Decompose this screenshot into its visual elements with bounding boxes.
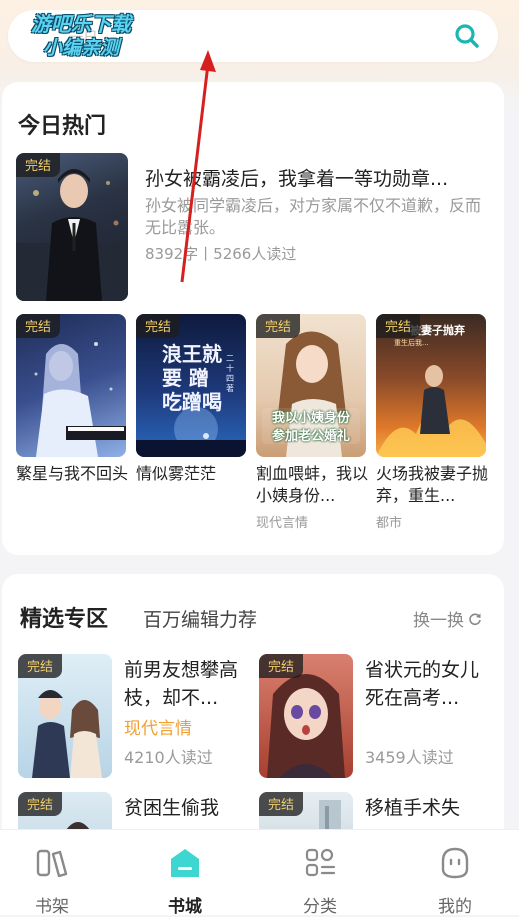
- book-cover-author-2: 二十四著: [226, 354, 234, 393]
- completed-badge: 完结: [18, 654, 63, 678]
- completed-badge: 完结: [16, 153, 61, 177]
- nav-item-profile[interactable]: 我的: [390, 830, 519, 917]
- nav-label-category: 分类: [303, 897, 337, 917]
- bookstore-icon: [171, 849, 199, 877]
- completed-badge: 完结: [259, 654, 304, 678]
- nav-item-bookstore[interactable]: 书城: [120, 830, 250, 917]
- selection-cover-2[interactable]: 完结: [259, 654, 353, 778]
- selection-cover-1[interactable]: 完结: [18, 654, 112, 778]
- refresh-button[interactable]: 换一换: [413, 606, 482, 631]
- book-cover-2[interactable]: 浪王就要 蹭吃蹭喝 二十四著 完结: [136, 314, 246, 457]
- book-cover-subtitle-4: 重生后我...: [394, 339, 429, 347]
- bottom-navigation: 书架 书城 分类 我的: [0, 829, 519, 917]
- featured-book-cover[interactable]: 完结: [16, 153, 128, 301]
- hot-section: 今日热门 完结 孙女被霸凌后，我拿着一等功勋章... 孙女被同学霸凌后，对方家属…: [2, 82, 504, 555]
- selection-reads-2: 3459人读过: [365, 748, 454, 767]
- featured-book-meta: 8392字丨5266人读过: [145, 245, 297, 263]
- hot-section-title: 今日热门: [18, 114, 107, 139]
- nav-label-bookstore: 书城: [168, 897, 202, 917]
- selection-genre-1: 现代言情: [124, 719, 192, 739]
- selection-subtitle: 百万编辑力荐: [143, 609, 258, 631]
- nav-label-profile: 我的: [438, 897, 472, 917]
- watermark-logo: 游吧乐下载 小编亲测: [6, 12, 156, 64]
- category-icon: [305, 848, 336, 877]
- completed-badge: 完结: [16, 314, 61, 338]
- book-cover-1[interactable]: 完结: [16, 314, 126, 457]
- book-cover-text-2: 浪王就要 蹭吃蹭喝: [162, 342, 222, 414]
- featured-book-desc: 孙女被同学霸凌后，对方家属不仅不道歉，反而无比嚣张。: [145, 196, 482, 237]
- featured-book-title[interactable]: 孙女被霸凌后，我拿着一等功勋章...: [145, 164, 485, 191]
- book-title-2[interactable]: 情似雾茫茫: [136, 463, 248, 485]
- book-title-4[interactable]: 火场我被妻子抛弃，重生...: [376, 463, 488, 507]
- completed-badge: 完结: [136, 314, 181, 338]
- book-genre-4: 都市: [376, 516, 403, 531]
- selection-reads-1: 4210人读过: [124, 748, 213, 767]
- book-cover-4[interactable]: 被妻子抛弃 重生后我... 完结: [376, 314, 486, 457]
- completed-badge: 完结: [259, 792, 304, 816]
- nav-item-category[interactable]: 分类: [255, 830, 385, 917]
- profile-icon: [441, 847, 469, 879]
- book-title-3[interactable]: 割血喂蚌，我以小姨身份...: [256, 463, 368, 507]
- selection-title-2[interactable]: 省状元的女儿死在高考...: [365, 656, 487, 712]
- watermark-line2: 小编亲测: [42, 37, 119, 59]
- completed-badge: 完结: [256, 314, 301, 338]
- book-cover-text-3: 我以小姨身份 参加老公婚礼: [271, 411, 350, 444]
- refresh-icon: [469, 612, 481, 625]
- selection-title-1[interactable]: 前男友想攀高枝，却不...: [124, 656, 246, 712]
- search-icon[interactable]: [454, 23, 480, 49]
- selection-title: 精选专区: [20, 607, 109, 632]
- refresh-label: 换一换: [413, 611, 464, 631]
- book-genre-3: 现代言情: [256, 516, 309, 531]
- completed-badge: 完结: [18, 792, 63, 816]
- watermark-line1: 游吧乐下载: [31, 12, 131, 36]
- nav-item-bookshelf[interactable]: 书架: [0, 830, 117, 917]
- nav-label-bookshelf: 书架: [35, 897, 69, 917]
- completed-badge: 完结: [376, 314, 421, 338]
- book-cover-3[interactable]: 我以小姨身份 参加老公婚礼 完结: [256, 314, 366, 457]
- bookshelf-icon: [36, 849, 68, 878]
- book-title-1[interactable]: 繁星与我不回头: [16, 463, 128, 485]
